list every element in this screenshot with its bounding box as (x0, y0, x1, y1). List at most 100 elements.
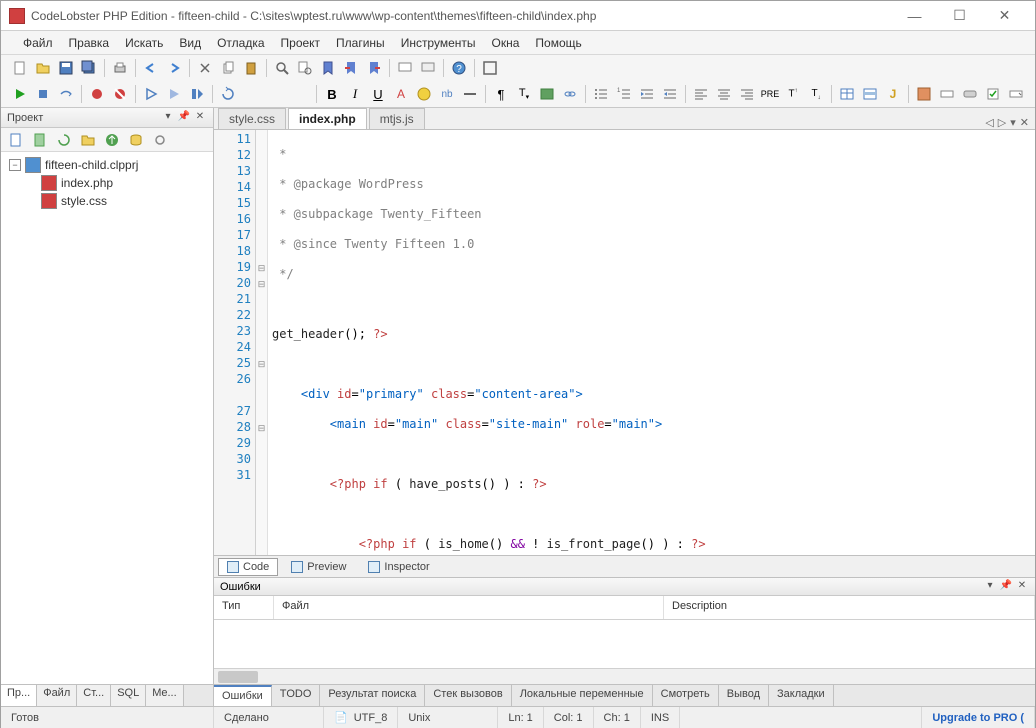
project-folder-icon[interactable] (77, 129, 99, 151)
fullscreen-button[interactable] (479, 57, 501, 79)
row-button[interactable] (859, 83, 881, 105)
errors-tab-bookmarks[interactable]: Закладки (769, 685, 834, 706)
find-in-files-button[interactable] (294, 57, 316, 79)
panel-close-icon[interactable]: ✕ (193, 111, 207, 125)
menu-debug[interactable]: Отладка (209, 33, 272, 53)
step-over-button[interactable] (55, 83, 77, 105)
errors-dropdown-icon[interactable]: ▾ (983, 580, 997, 594)
project-tab-me[interactable]: Me... (146, 685, 183, 706)
italic-button[interactable]: I (344, 83, 366, 105)
project-new-icon[interactable] (5, 129, 27, 151)
project-upload-icon[interactable] (101, 129, 123, 151)
comment-button[interactable] (394, 57, 416, 79)
errors-col-file[interactable]: Файл (274, 596, 664, 619)
tree-root[interactable]: − fifteen-child.clpprj (5, 156, 209, 174)
status-eol[interactable]: Unix (398, 707, 498, 728)
nbsp-button[interactable]: nb (436, 83, 458, 105)
heading-button[interactable]: T▾ (513, 83, 535, 105)
close-button[interactable]: ✕ (982, 2, 1027, 30)
errors-close-icon[interactable]: ✕ (1015, 580, 1029, 594)
status-encoding[interactable]: 📄UTF_8 (324, 707, 398, 728)
step-out-button[interactable] (163, 83, 185, 105)
open-button[interactable] (32, 57, 54, 79)
hr-button[interactable] (459, 83, 481, 105)
errors-scrollbar[interactable] (214, 668, 1035, 684)
cut-button[interactable] (194, 57, 216, 79)
paragraph-button[interactable]: ¶ (490, 83, 512, 105)
undo-button[interactable] (140, 57, 162, 79)
minimize-button[interactable]: — (892, 2, 937, 30)
breakpoint-button[interactable] (86, 83, 108, 105)
project-tab-sql[interactable]: SQL (111, 685, 146, 706)
menu-plugins[interactable]: Плагины (328, 33, 393, 53)
form-button[interactable] (913, 83, 935, 105)
align-left-button[interactable] (690, 83, 712, 105)
project-tab-project[interactable]: Пр... (1, 685, 37, 706)
errors-pin-icon[interactable]: 📌 (999, 580, 1013, 594)
panel-pin-icon[interactable]: 📌 (177, 111, 191, 125)
help-button[interactable]: ? (448, 57, 470, 79)
align-right-button[interactable] (736, 83, 758, 105)
emoji-button[interactable] (413, 83, 435, 105)
redo-button[interactable] (163, 57, 185, 79)
new-file-button[interactable] (9, 57, 31, 79)
js-button[interactable]: J (882, 83, 904, 105)
editor-tab-code[interactable]: Code (218, 558, 278, 576)
project-refresh-icon[interactable] (53, 129, 75, 151)
stop-button[interactable] (32, 83, 54, 105)
paste-button[interactable] (240, 57, 262, 79)
code-content[interactable]: * * @package WordPress * @subpackage Twe… (268, 130, 1035, 555)
sup-button[interactable]: T↑ (782, 83, 804, 105)
continue-button[interactable] (186, 83, 208, 105)
find-button[interactable] (271, 57, 293, 79)
tab-close-icon[interactable]: ✕ (1020, 116, 1029, 129)
errors-tab-watch[interactable]: Смотреть (653, 685, 719, 706)
menu-help[interactable]: Помощь (527, 33, 589, 53)
font-button[interactable]: A (390, 83, 412, 105)
menu-edit[interactable]: Правка (61, 33, 118, 53)
select-button[interactable] (1005, 83, 1027, 105)
save-button[interactable] (55, 57, 77, 79)
prev-bookmark-button[interactable] (340, 57, 362, 79)
editor-tab-inspector[interactable]: Inspector (359, 558, 438, 576)
link-button[interactable] (559, 83, 581, 105)
reload-button[interactable] (217, 83, 239, 105)
menu-file[interactable]: Файл (15, 33, 61, 53)
project-settings-icon[interactable] (149, 129, 171, 151)
sub-button[interactable]: T↓ (805, 83, 827, 105)
tab-next-icon[interactable]: ▷ (998, 116, 1006, 129)
save-all-button[interactable] (78, 57, 100, 79)
upgrade-link[interactable]: Upgrade to PRO ( (922, 707, 1035, 728)
maximize-button[interactable]: ☐ (937, 2, 982, 30)
errors-tab-output[interactable]: Вывод (719, 685, 769, 706)
project-tab-file[interactable]: Файл (37, 685, 77, 706)
tab-menu-icon[interactable]: ▾ (1010, 116, 1016, 129)
list-ol-button[interactable]: 1 (613, 83, 635, 105)
list-ul-button[interactable] (590, 83, 612, 105)
menu-project[interactable]: Проект (273, 33, 329, 53)
button-button[interactable] (959, 83, 981, 105)
tree-file-index[interactable]: index.php (5, 174, 209, 192)
tab-style-css[interactable]: style.css (218, 108, 286, 129)
underline-button[interactable]: U (367, 83, 389, 105)
project-open-icon[interactable] (29, 129, 51, 151)
errors-tab-stack[interactable]: Стек вызовов (425, 685, 511, 706)
step-into-button[interactable] (140, 83, 162, 105)
panel-dropdown-icon[interactable]: ▾ (161, 111, 175, 125)
project-tab-structure[interactable]: Ст... (77, 685, 111, 706)
checkbox-button[interactable] (982, 83, 1004, 105)
menu-view[interactable]: Вид (171, 33, 209, 53)
tab-prev-icon[interactable]: ◁ (985, 116, 993, 129)
errors-col-type[interactable]: Тип (214, 596, 274, 619)
print-button[interactable] (109, 57, 131, 79)
errors-tab-locals[interactable]: Локальные переменные (512, 685, 653, 706)
tree-file-style[interactable]: style.css (5, 192, 209, 210)
editor-tab-preview[interactable]: Preview (282, 558, 355, 576)
breakpoint-off-button[interactable] (109, 83, 131, 105)
errors-col-desc[interactable]: Description (664, 596, 1035, 619)
align-center-button[interactable] (713, 83, 735, 105)
tab-mtjs-js[interactable]: mtjs.js (369, 108, 425, 129)
table-button[interactable] (836, 83, 858, 105)
indent-button[interactable] (636, 83, 658, 105)
errors-tab-todo[interactable]: TODO (272, 685, 321, 706)
